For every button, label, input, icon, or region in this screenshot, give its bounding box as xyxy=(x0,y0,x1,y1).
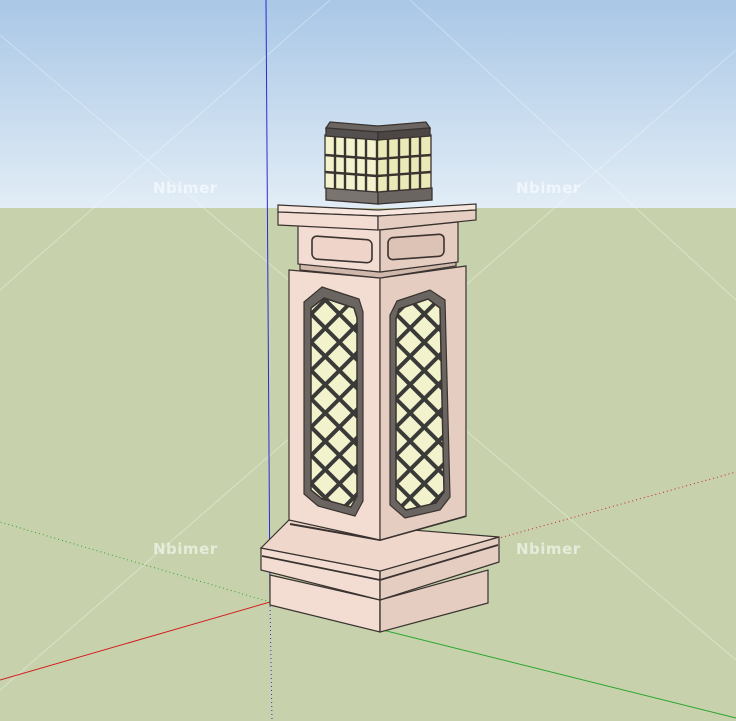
lattice-window-left xyxy=(303,286,364,517)
panel-left xyxy=(311,235,373,264)
lantern-head[interactable] xyxy=(324,121,433,205)
sketchup-viewport[interactable]: Nbimer Nbimer Nbimer Nbimer xyxy=(0,0,736,721)
panel-right xyxy=(387,233,445,261)
lattice-window-right xyxy=(389,289,451,519)
model-canvas[interactable] xyxy=(0,0,736,721)
